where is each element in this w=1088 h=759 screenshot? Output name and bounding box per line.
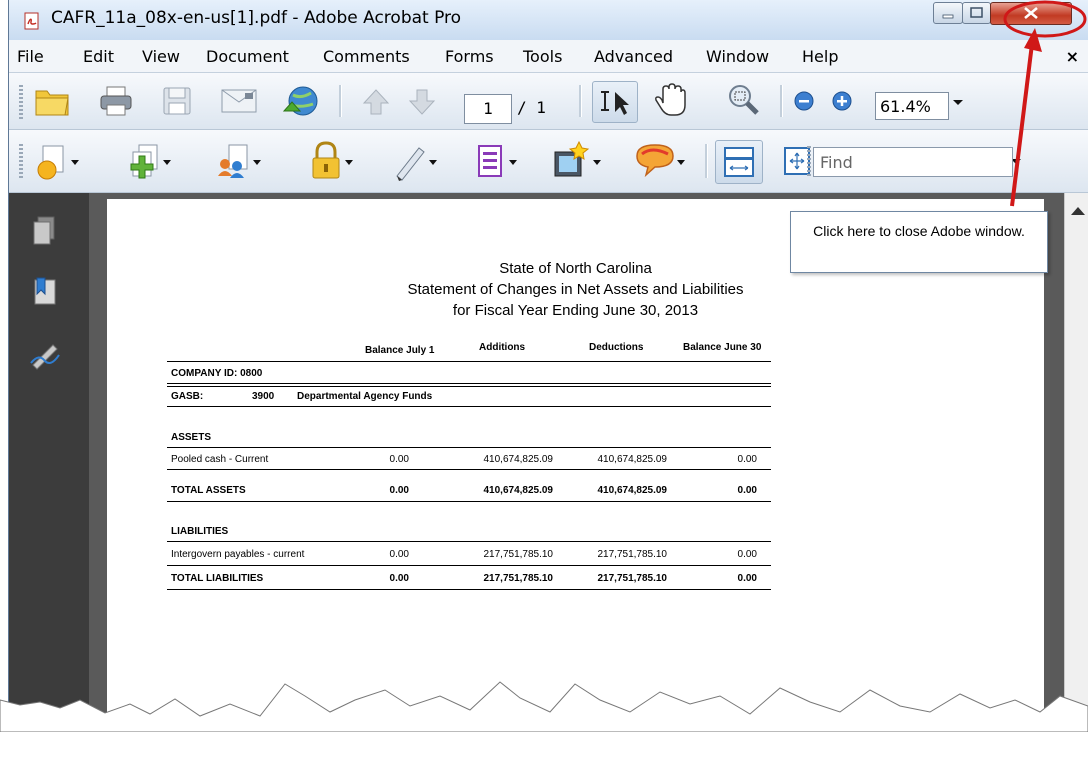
- arrowhead-icon: [1024, 28, 1042, 52]
- callout-arrow: [1010, 43, 1034, 207]
- annotation-overlay: [0, 0, 1088, 732]
- close-highlight-ellipse: [1003, 0, 1087, 38]
